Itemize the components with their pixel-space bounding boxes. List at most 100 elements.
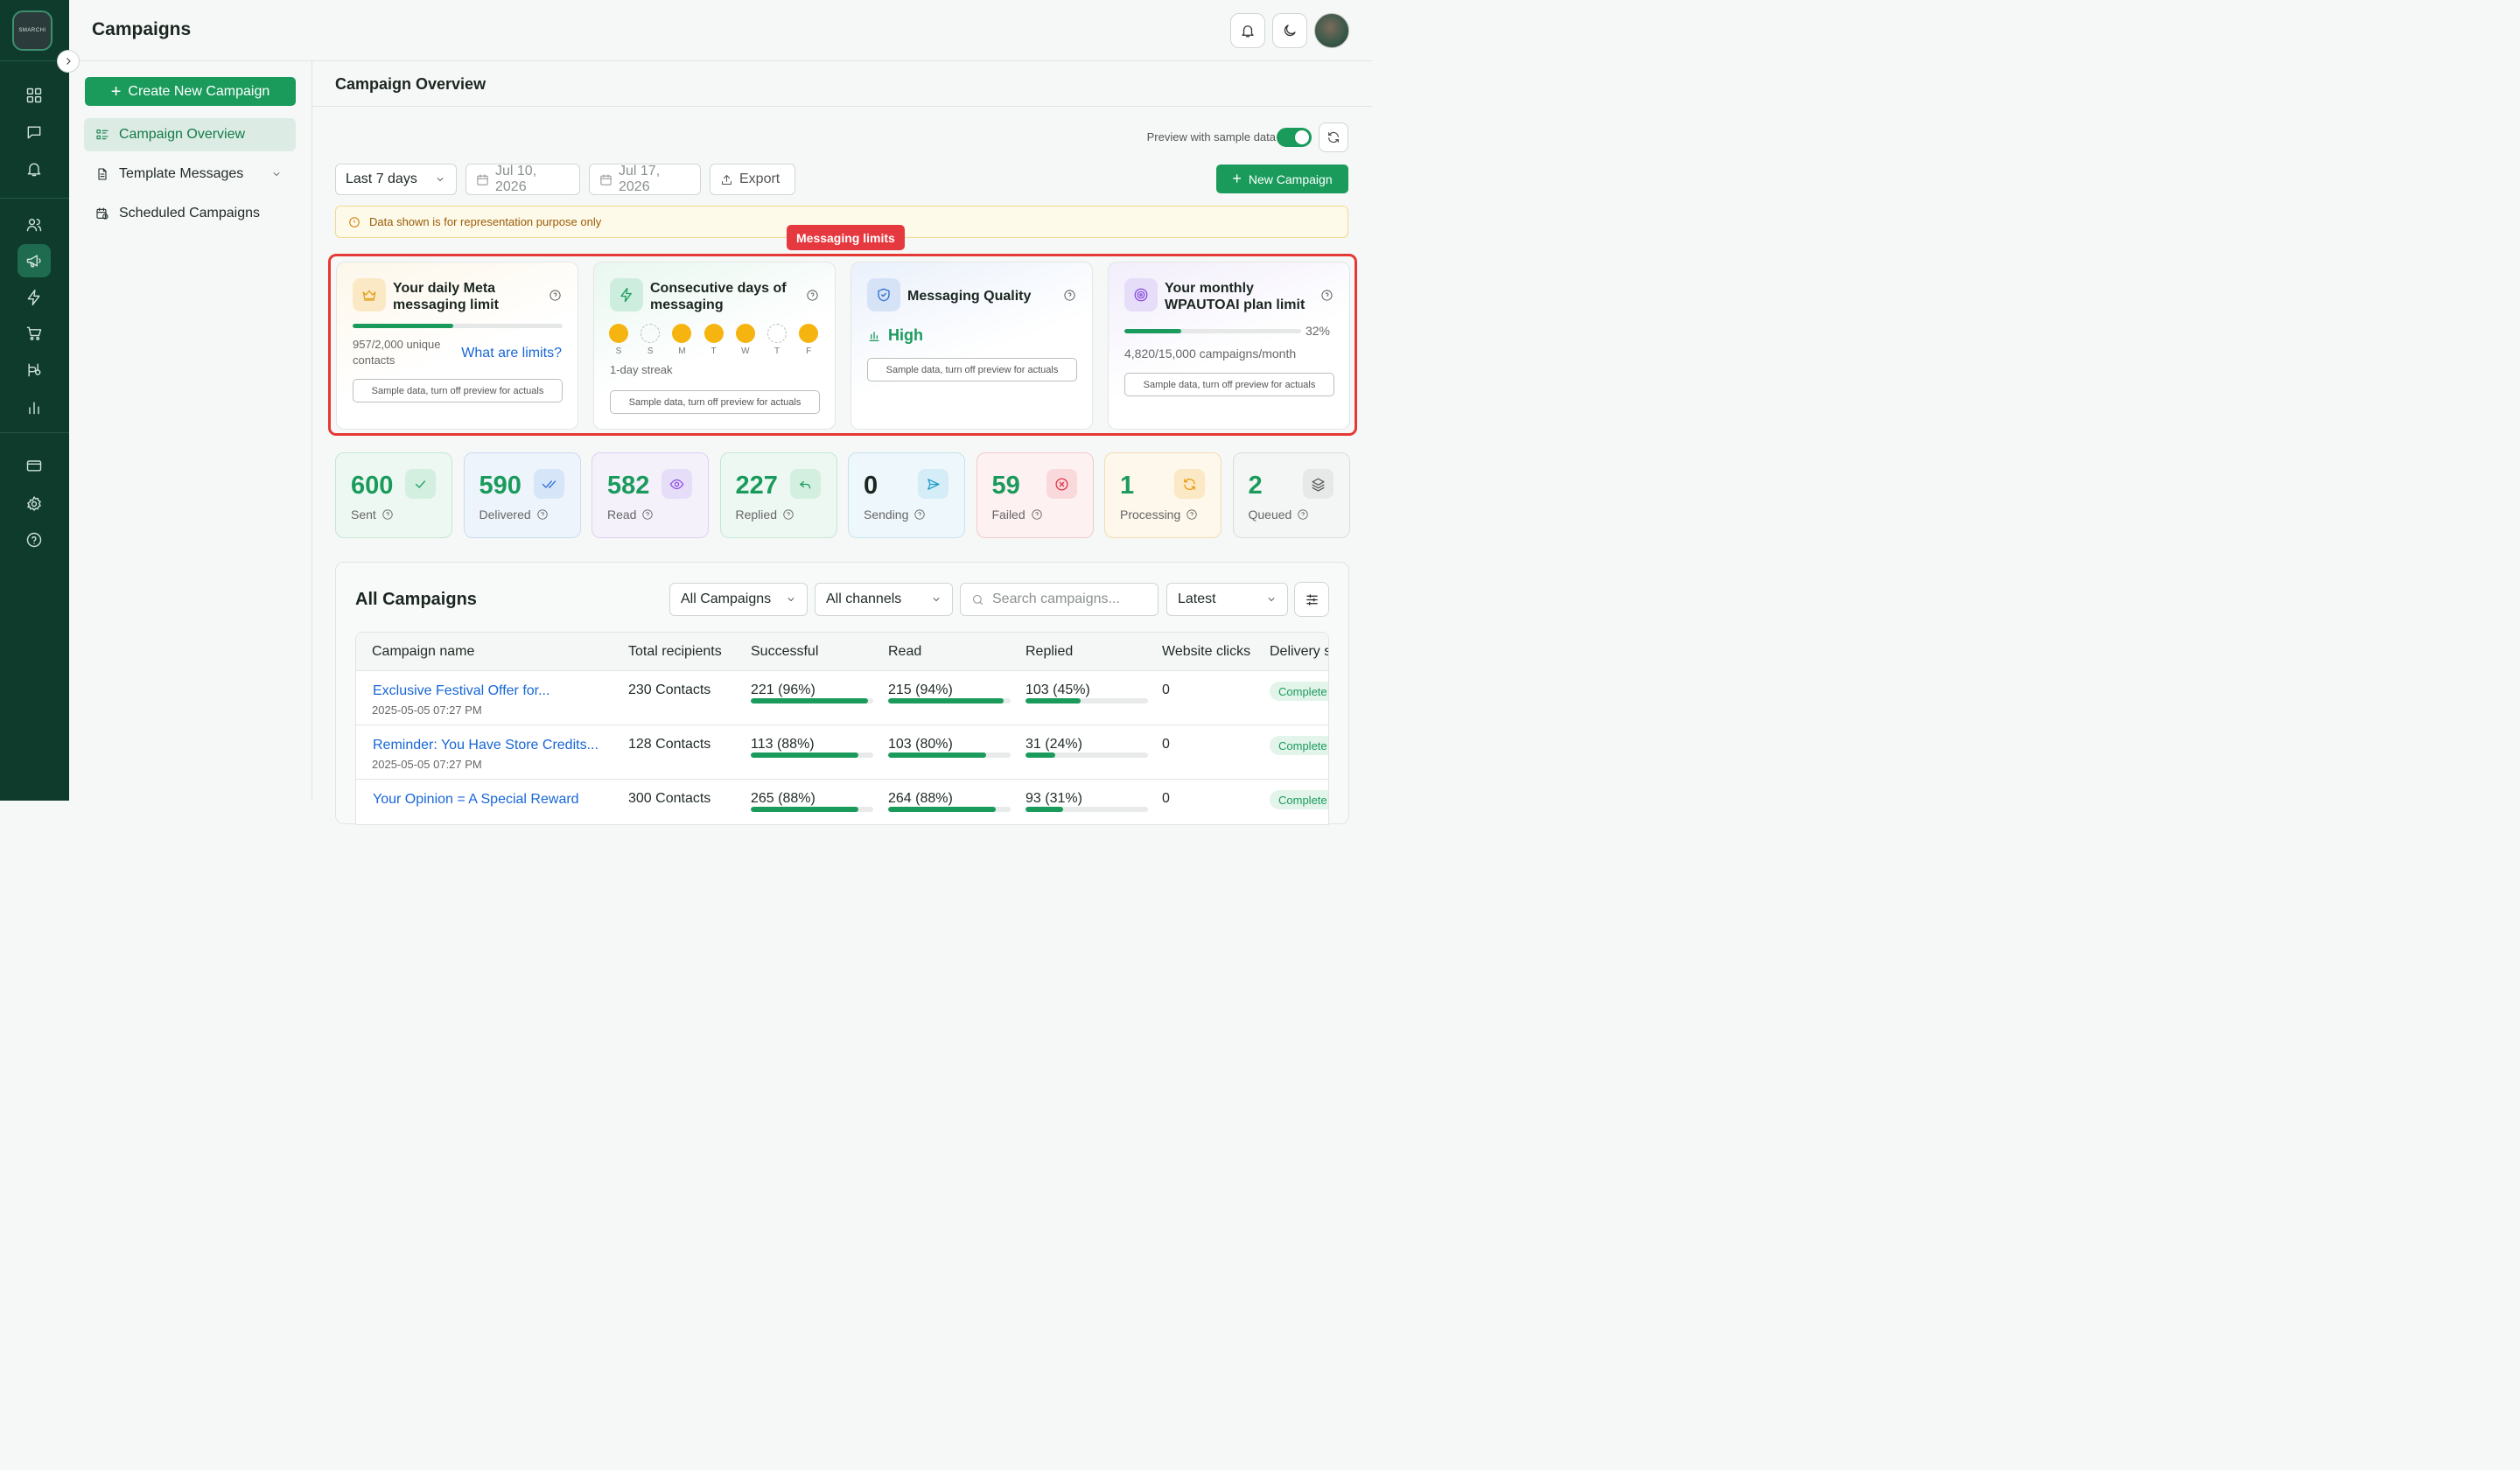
help-circle-icon[interactable]: [1031, 508, 1043, 521]
campaign-name-link[interactable]: Reminder: You Have Store Credits...: [373, 738, 598, 753]
read-bar: [888, 752, 1011, 758]
refresh-button[interactable]: [1319, 122, 1348, 152]
stat-card-replied[interactable]: 227 Replied: [719, 452, 837, 538]
rail-chats[interactable]: [18, 116, 51, 149]
sort-select[interactable]: Latest: [1166, 583, 1288, 616]
stat-label: Failed: [991, 508, 1026, 522]
chevron-down-icon: [437, 178, 444, 181]
stat-label: Delivered: [479, 508, 531, 522]
streak-day-label: F: [806, 346, 812, 356]
stat-card-sending[interactable]: 0 Sending: [848, 452, 965, 538]
stat-value: 600: [351, 472, 394, 500]
clicks-cell: 0: [1162, 737, 1170, 752]
stat-label-row: Sending: [864, 508, 926, 522]
notifications-button[interactable]: [1230, 13, 1265, 48]
stat-card-processing[interactable]: 1 Processing: [1104, 452, 1222, 538]
nav-template-messages[interactable]: Template Messages: [84, 158, 296, 191]
col-total-recipients[interactable]: Total recipients: [628, 644, 722, 660]
rail-integrations[interactable]: [18, 354, 51, 387]
campaign-name-link[interactable]: Exclusive Festival Offer for...: [373, 683, 550, 699]
stat-card-sent[interactable]: 600 Sent: [335, 452, 452, 538]
rail-commerce[interactable]: [18, 317, 51, 350]
preview-toggle[interactable]: [1277, 128, 1312, 147]
nav-scheduled-campaigns[interactable]: Scheduled Campaigns: [84, 197, 296, 230]
successful-bar-fill: [751, 807, 859, 812]
recipients-cell: 128 Contacts: [628, 737, 711, 752]
plan-limit-help[interactable]: [1320, 289, 1334, 302]
col-campaign-name[interactable]: Campaign name: [372, 644, 474, 660]
campaigns-table: Campaign name Total recipients Successfu…: [355, 632, 1329, 825]
bolt-badge: [610, 278, 643, 312]
stat-card-read[interactable]: 582 Read: [592, 452, 709, 538]
streak-day: T: [704, 324, 724, 356]
rail-analytics[interactable]: [18, 391, 51, 424]
search-campaigns-input[interactable]: Search campaigns...: [960, 583, 1158, 616]
rail-automation[interactable]: [18, 281, 51, 314]
help-circle-icon[interactable]: [782, 508, 794, 521]
campaign-type-select[interactable]: All Campaigns: [669, 583, 808, 616]
table-row[interactable]: Reminder: You Have Store Credits... 128 C…: [356, 725, 1328, 780]
stat-card-failed[interactable]: 59 Failed: [976, 452, 1094, 538]
help-circle-icon[interactable]: [382, 508, 394, 521]
help-circle-icon[interactable]: [536, 508, 549, 521]
streak-day-label: T: [774, 346, 780, 356]
app-logo[interactable]: SMARCHI: [12, 10, 52, 51]
help-circle-icon[interactable]: [914, 508, 926, 521]
table-row[interactable]: Your Opinion = A Special Reward 300 Conta…: [356, 780, 1328, 824]
channel-select[interactable]: All channels: [815, 583, 953, 616]
stat-label-row: Queued: [1249, 508, 1310, 522]
new-campaign-button[interactable]: + New Campaign: [1216, 164, 1348, 193]
nav-campaign-overview[interactable]: Campaign Overview: [84, 118, 296, 151]
col-read[interactable]: Read: [888, 644, 921, 660]
streak-day: T: [767, 324, 787, 356]
quality-help[interactable]: [1063, 289, 1076, 302]
campaign-date: 2025-05-05 07:27 PM: [372, 758, 482, 771]
meta-sample-note: Sample data, turn off preview for actual…: [353, 379, 563, 402]
date-range-select[interactable]: Last 7 days: [335, 164, 457, 195]
megaphone-icon: [26, 255, 41, 268]
rail-notifications[interactable]: [18, 152, 51, 186]
export-button[interactable]: Export: [710, 164, 795, 195]
rail-contacts[interactable]: [18, 208, 51, 242]
end-date-input[interactable]: Jul 17, 2026: [589, 164, 701, 195]
shield-badge: [867, 278, 900, 312]
help-circle-icon[interactable]: [1297, 508, 1309, 521]
table-row[interactable]: Exclusive Festival Offer for... 230 Conta…: [356, 671, 1328, 725]
filters-button[interactable]: [1294, 582, 1329, 617]
help-circle-icon[interactable]: [1186, 508, 1198, 521]
nav-label: Scheduled Campaigns: [119, 206, 260, 220]
col-website-clicks[interactable]: Website clicks: [1162, 644, 1250, 660]
plan-limit-progress: [1124, 329, 1301, 333]
theme-toggle-button[interactable]: [1272, 13, 1307, 48]
meta-limit-help[interactable]: [549, 289, 562, 302]
streak-help[interactable]: [806, 289, 819, 302]
status-badge: Complete: [1270, 682, 1328, 701]
help-circle-icon[interactable]: [641, 508, 654, 521]
col-replied[interactable]: Replied: [1026, 644, 1073, 660]
shield-icon: [878, 288, 890, 302]
col-successful[interactable]: Successful: [751, 644, 818, 660]
chevron-down-icon: [788, 598, 794, 602]
col-delivery-status[interactable]: Delivery s: [1270, 644, 1328, 660]
nav-label: Template Messages: [119, 166, 244, 181]
expand-sidebar-button[interactable]: [57, 50, 80, 73]
rail-campaigns[interactable]: [18, 244, 51, 277]
rail-billing[interactable]: [18, 449, 51, 482]
sliders-icon: [1306, 593, 1318, 606]
quality-card: Messaging Quality High Sample data, turn…: [850, 262, 1093, 430]
successful-cell: 113 (88%): [751, 737, 815, 752]
successful-bar-fill: [751, 752, 859, 758]
start-date-input[interactable]: Jul 10, 2026: [466, 164, 580, 195]
what-are-limits-link[interactable]: What are limits?: [461, 346, 562, 361]
stat-card-queued[interactable]: 2 Queued: [1232, 452, 1350, 538]
stat-card-delivered[interactable]: 590 Delivered: [463, 452, 581, 538]
rail-dashboard[interactable]: [18, 79, 51, 112]
avatar[interactable]: [1314, 13, 1349, 48]
meta-limit-title: Your daily Meta messaging limit: [393, 281, 499, 312]
rail-help[interactable]: [18, 523, 51, 556]
campaign-name-link[interactable]: Your Opinion = A Special Reward: [373, 792, 579, 808]
create-campaign-button[interactable]: + Create New Campaign: [85, 77, 296, 106]
notice-text: Data shown is for representation purpose…: [369, 215, 602, 228]
stat-value: 59: [991, 472, 1020, 500]
rail-settings[interactable]: [18, 487, 51, 521]
